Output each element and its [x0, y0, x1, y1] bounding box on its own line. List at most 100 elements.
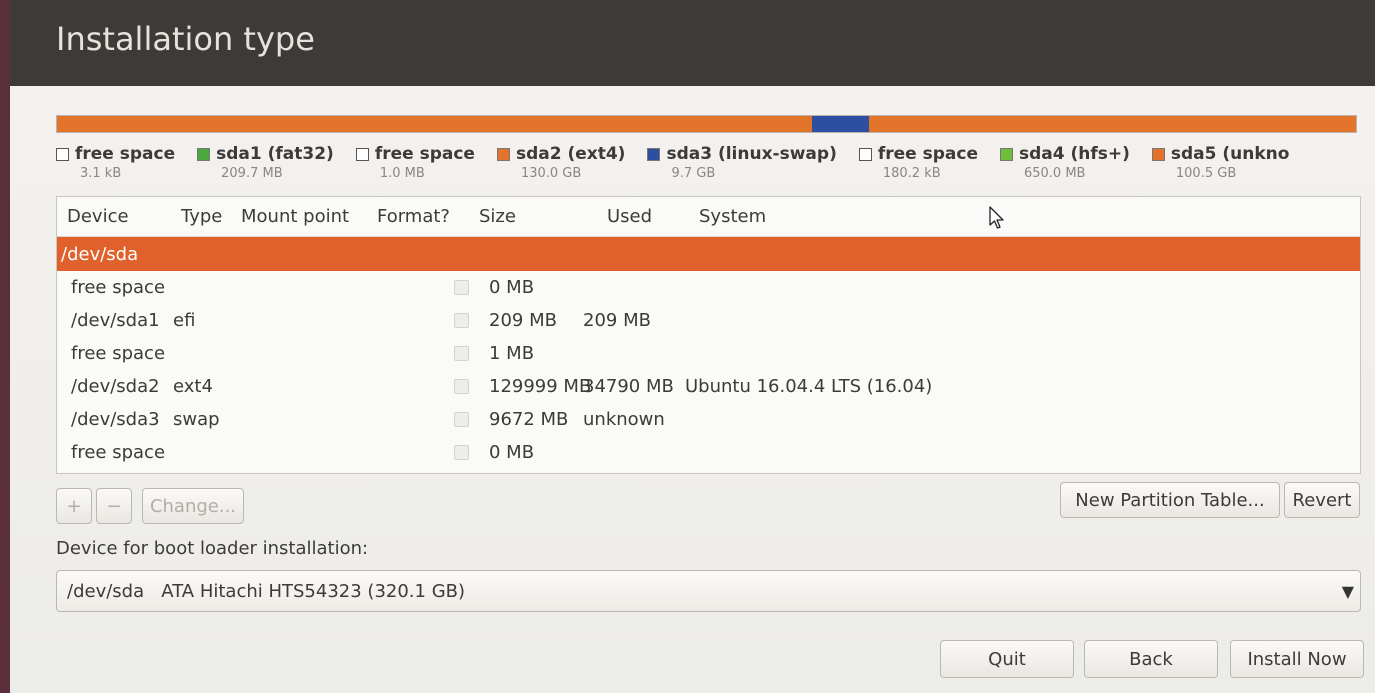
new-partition-table-button[interactable]: New Partition Table... [1060, 482, 1280, 518]
quit-button[interactable]: Quit [940, 640, 1074, 678]
legend-label: sda2 (ext4) [515, 144, 626, 164]
legend-item: free space 1.0 MB [355, 144, 475, 186]
column-header-size[interactable]: Size [475, 206, 587, 227]
legend-swatch-ext4 [496, 147, 510, 161]
legend-size: 1.0 MB [379, 166, 425, 181]
legend-label: sda3 (linux-swap) [666, 144, 837, 164]
partition-table[interactable]: Device Type Mount point Format? Size Use… [56, 196, 1361, 474]
column-header-mount[interactable]: Mount point [235, 206, 375, 227]
cell-device: free space [71, 343, 166, 364]
legend-label: sda5 (unkno [1170, 144, 1290, 164]
page-title: Installation type [56, 20, 315, 58]
column-header-system[interactable]: System [687, 206, 766, 227]
cell-size: 1 MB [489, 343, 535, 364]
cell-size: 0 MB [489, 442, 535, 463]
column-header-used[interactable]: Used [587, 206, 687, 227]
format-checkbox[interactable] [454, 346, 469, 361]
mouse-cursor-icon [989, 206, 1004, 229]
cell-type: ext4 [173, 376, 213, 397]
cell-device: free space [71, 277, 166, 298]
cell-system: Ubuntu 16.04.4 LTS (16.04) [685, 376, 933, 397]
legend-label: sda4 (hfs+) [1018, 144, 1130, 164]
back-button[interactable]: Back [1084, 640, 1218, 678]
cell-size: 129999 MB [489, 376, 592, 397]
cell-format [365, 280, 469, 295]
window-edge [0, 0, 10, 693]
legend-swatch-free [355, 147, 369, 161]
legend-swatch-hfs [999, 147, 1013, 161]
legend-size: 9.7 GB [671, 166, 716, 181]
format-checkbox[interactable] [454, 445, 469, 460]
cell-used: 34790 MB [583, 376, 674, 397]
partition-bar-segment-sda3 [812, 116, 869, 132]
partition-bar-segment-sda2 [57, 116, 812, 132]
legend-item: sda2 (ext4) 130.0 GB [496, 144, 626, 186]
format-checkbox[interactable] [454, 412, 469, 427]
legend-item: sda5 (unkno 100.5 GB [1151, 144, 1290, 186]
table-row[interactable]: /dev/sda2 ext4 129999 MB 34790 MB Ubuntu… [57, 370, 1360, 403]
add-partition-button[interactable]: + [56, 488, 92, 524]
column-header-device[interactable]: Device [57, 206, 165, 227]
cell-size: 0 MB [489, 277, 535, 298]
cell-format [365, 445, 469, 460]
cell-format [365, 346, 469, 361]
legend-size: 3.1 kB [80, 166, 122, 181]
cell-format [365, 412, 469, 427]
legend-label: sda1 (fat32) [216, 144, 334, 164]
legend-swatch-free [858, 147, 872, 161]
partition-legend: free space 3.1 kB sda1 (fat32) 209.7 MB … [56, 144, 1365, 186]
cell-size: 9672 MB [489, 409, 569, 430]
legend-size: 100.5 GB [1175, 166, 1237, 181]
cell-type: swap [173, 409, 220, 430]
dropdown-arrow-icon: ▼ [1341, 582, 1354, 601]
cell-device: free space [71, 442, 166, 463]
partition-bar [56, 115, 1357, 133]
partition-bar-segment-sda5 [869, 116, 1356, 132]
header-bar: Installation type [10, 0, 1375, 86]
legend-label: free space [877, 144, 978, 164]
table-row[interactable]: /dev/sda3 swap 9672 MB unknown [57, 403, 1360, 436]
legend-size: 209.7 MB [221, 166, 283, 181]
cell-used: unknown [583, 409, 665, 430]
legend-swatch-swap [647, 147, 661, 161]
legend-item: sda3 (linux-swap) 9.7 GB [647, 144, 837, 186]
legend-size: 650.0 MB [1023, 166, 1086, 181]
legend-size: 180.2 kB [882, 166, 941, 181]
legend-swatch-fat32 [197, 147, 211, 161]
cell-used: 209 MB [583, 310, 651, 331]
change-partition-button[interactable]: Change... [142, 488, 244, 524]
table-row[interactable]: /dev/sda1 efi 209 MB 209 MB [57, 304, 1360, 337]
cell-format [365, 313, 469, 328]
legend-item: free space 180.2 kB [858, 144, 978, 186]
revert-button[interactable]: Revert [1284, 482, 1360, 518]
boot-loader-label: Device for boot loader installation: [56, 538, 369, 559]
legend-item: sda4 (hfs+) 650.0 MB [999, 144, 1130, 186]
column-header-type[interactable]: Type [165, 206, 235, 227]
legend-swatch-unknown [1151, 147, 1165, 161]
legend-label: free space [75, 144, 176, 164]
cell-device: /dev/sda2 [71, 376, 160, 397]
format-checkbox[interactable] [454, 313, 469, 328]
legend-item: sda1 (fat32) 209.7 MB [197, 144, 334, 186]
table-row[interactable]: free space 1 MB [57, 337, 1360, 370]
format-checkbox[interactable] [454, 379, 469, 394]
table-row[interactable]: free space 0 MB [57, 271, 1360, 304]
cell-device: /dev/sda [61, 243, 139, 265]
cell-size: 209 MB [489, 310, 557, 331]
cell-format [365, 379, 469, 394]
cell-device: /dev/sda1 [71, 310, 160, 331]
table-header: Device Type Mount point Format? Size Use… [57, 197, 1360, 237]
cell-type: efi [173, 310, 196, 331]
cell-device: /dev/sda3 [71, 409, 160, 430]
boot-loader-selected-value: /dev/sda ATA Hitachi HTS54323 (320.1 GB) [67, 580, 466, 602]
table-row-selected[interactable]: /dev/sda [57, 237, 1360, 271]
content-area: free space 3.1 kB sda1 (fat32) 209.7 MB … [10, 86, 1375, 693]
format-checkbox[interactable] [454, 280, 469, 295]
legend-swatch-free [56, 147, 69, 161]
column-header-format[interactable]: Format? [375, 206, 475, 227]
remove-partition-button[interactable]: − [96, 488, 132, 524]
table-row[interactable]: free space 0 MB [57, 436, 1360, 469]
install-now-button[interactable]: Install Now [1230, 640, 1364, 678]
legend-label: free space [374, 144, 475, 164]
boot-loader-select[interactable]: /dev/sda ATA Hitachi HTS54323 (320.1 GB)… [56, 570, 1361, 612]
